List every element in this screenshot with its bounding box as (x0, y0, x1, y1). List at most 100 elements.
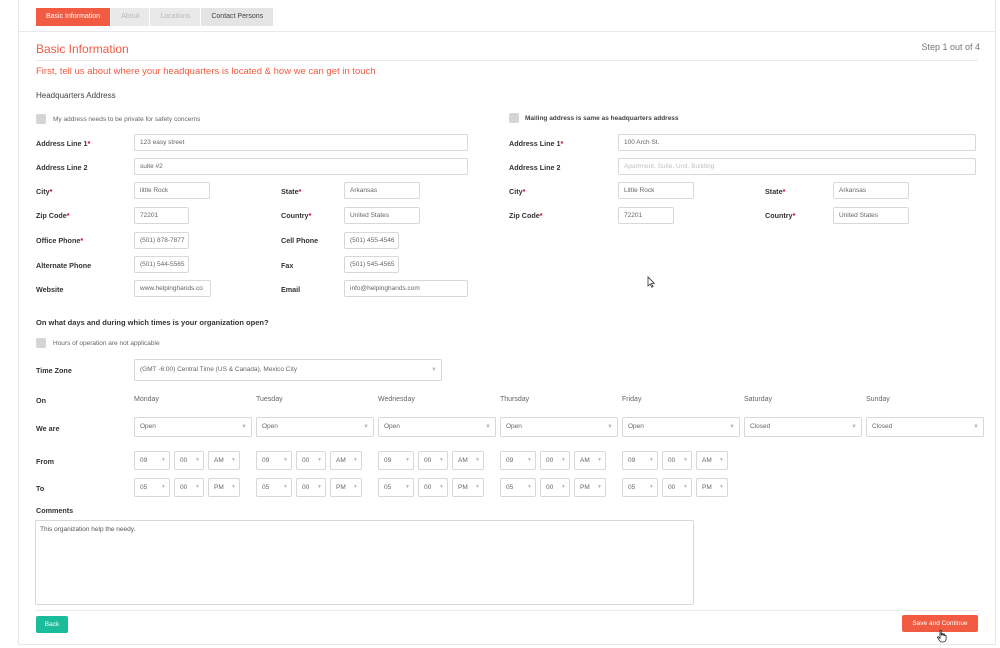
from-hour-select[interactable]: 09 ▼ (134, 451, 170, 470)
fax-input[interactable]: (501) 545-4565 (344, 256, 399, 273)
from-minute-select[interactable]: 00 ▼ (662, 451, 692, 470)
to-minute-select[interactable]: 00 ▼ (296, 478, 326, 497)
from-minute-value: 00 (424, 457, 432, 464)
from-hour-select[interactable]: 09 ▼ (622, 451, 658, 470)
hq-country-input[interactable]: United States (344, 207, 420, 224)
hq-state-input[interactable]: Arkansas (344, 182, 420, 199)
chevron-down-icon: ▼ (241, 424, 247, 430)
to-minute-select[interactable]: 00 ▼ (418, 478, 448, 497)
from-ampm-select[interactable]: AM ▼ (208, 451, 240, 470)
mail-zip-label: Zip Code* (509, 211, 543, 220)
tab-basic-information[interactable]: Basic Information (36, 8, 111, 26)
chevron-down-icon: ▼ (161, 484, 166, 490)
chevron-down-icon: ▼ (719, 484, 724, 490)
from-minute-select[interactable]: 00 ▼ (540, 451, 570, 470)
mail-state-input[interactable]: Arkansas (833, 182, 909, 199)
hours-na-checkbox[interactable] (36, 338, 46, 348)
from-hour-select[interactable]: 09 ▼ (256, 451, 292, 470)
to-hour-select[interactable]: 05 ▼ (378, 478, 414, 497)
chevron-down-icon: ▼ (195, 484, 200, 490)
cell-phone-input[interactable]: (501) 455-4546 (344, 232, 399, 249)
chevron-down-icon: ▼ (729, 424, 735, 430)
from-minute-value: 00 (180, 457, 188, 464)
mail-address1-input[interactable]: 100 Arch St. (618, 134, 976, 151)
hq-zip-input[interactable]: 72201 (134, 207, 189, 224)
day-status-select[interactable]: Closed ▼ (866, 417, 984, 437)
to-ampm-select[interactable]: PM ▼ (208, 478, 240, 497)
mail-address2-input[interactable]: Apartment, Suite, Unit, Building (618, 158, 976, 175)
day-status-select[interactable]: Open ▼ (378, 417, 496, 437)
to-ampm-select[interactable]: PM ▼ (574, 478, 606, 497)
hq-city-input[interactable]: little Rock (134, 182, 210, 199)
chevron-down-icon: ▼ (649, 457, 654, 463)
to-hour-select[interactable]: 05 ▼ (256, 478, 292, 497)
to-minute-select[interactable]: 00 ▼ (662, 478, 692, 497)
hours-na-label: Hours of operation are not applicable (53, 340, 160, 347)
alt-phone-input[interactable]: (501) 544-5565 (134, 256, 189, 273)
hq-address1-input[interactable]: 123 easy street (134, 134, 468, 151)
timezone-label: Time Zone (36, 366, 72, 375)
from-ampm-select[interactable]: AM ▼ (330, 451, 362, 470)
chevron-down-icon: ▼ (607, 424, 613, 430)
to-hour-select[interactable]: 05 ▼ (622, 478, 658, 497)
website-input[interactable]: www.helpinghands.co (134, 280, 211, 297)
from-ampm-select[interactable]: AM ▼ (452, 451, 484, 470)
tab-about[interactable]: About (111, 8, 150, 26)
to-minute-select[interactable]: 00 ▼ (174, 478, 204, 497)
chevron-down-icon: ▼ (317, 457, 322, 463)
private-address-label: My address needs to be private for safet… (53, 116, 201, 123)
hours-question: On what days and during which times is y… (36, 318, 269, 327)
hq-address1-label: Address Line 1* (36, 139, 91, 148)
to-label: To (36, 484, 45, 493)
from-hour-value: 09 (506, 457, 514, 464)
to-hour-select[interactable]: 05 ▼ (500, 478, 536, 497)
mail-zip-input[interactable]: 72201 (618, 207, 674, 224)
chevron-down-icon: ▼ (353, 484, 358, 490)
back-button[interactable]: Back (36, 616, 68, 633)
office-phone-label: Office Phone* (36, 236, 84, 245)
to-ampm-select[interactable]: PM ▼ (696, 478, 728, 497)
mail-city-input[interactable]: Little Rock (618, 182, 694, 199)
chevron-down-icon: ▼ (683, 457, 688, 463)
day-status-select[interactable]: Closed ▼ (744, 417, 862, 437)
day-status-select[interactable]: Open ▼ (622, 417, 740, 437)
to-minute-value: 00 (546, 484, 554, 491)
office-phone-input[interactable]: (501) 878-7877 (134, 232, 189, 249)
hq-zip-label: Zip Code* (36, 211, 70, 220)
day-name: Wednesday (378, 396, 415, 403)
comments-textarea[interactable]: This organization help the needy. (35, 520, 694, 605)
email-label: Email (281, 285, 301, 294)
from-minute-select[interactable]: 00 ▼ (296, 451, 326, 470)
to-ampm-select[interactable]: PM ▼ (330, 478, 362, 497)
chevron-down-icon: ▼ (363, 424, 369, 430)
from-ampm-select[interactable]: AM ▼ (574, 451, 606, 470)
hq-state-label: State* (281, 187, 302, 196)
mail-country-input[interactable]: United States (833, 207, 909, 224)
website-label: Website (36, 285, 64, 294)
tab-contact-persons[interactable]: Contact Persons (201, 8, 274, 26)
timezone-select[interactable]: (GMT -6:00) Central Time (US & Canada), … (134, 359, 442, 381)
from-ampm-select[interactable]: AM ▼ (696, 451, 728, 470)
from-hour-value: 09 (262, 457, 270, 464)
day-status-select[interactable]: Open ▼ (134, 417, 252, 437)
from-hour-value: 09 (628, 457, 636, 464)
mailing-same-checkbox[interactable] (509, 113, 519, 123)
to-minute-select[interactable]: 00 ▼ (540, 478, 570, 497)
from-hour-value: 09 (140, 457, 148, 464)
chevron-down-icon: ▼ (597, 457, 602, 463)
from-minute-select[interactable]: 00 ▼ (418, 451, 448, 470)
to-hour-select[interactable]: 05 ▼ (134, 478, 170, 497)
private-address-checkbox[interactable] (36, 114, 46, 124)
from-hour-select[interactable]: 09 ▼ (378, 451, 414, 470)
day-status-select[interactable]: Open ▼ (500, 417, 618, 437)
we-are-label: We are (36, 424, 60, 433)
hq-city-label: City* (36, 187, 53, 196)
hq-address2-input[interactable]: suite #2 (134, 158, 468, 175)
to-ampm-select[interactable]: PM ▼ (452, 478, 484, 497)
day-status-select[interactable]: Open ▼ (256, 417, 374, 437)
from-minute-select[interactable]: 00 ▼ (174, 451, 204, 470)
tab-locations[interactable]: Locations (150, 8, 201, 26)
chevron-down-icon: ▼ (683, 484, 688, 490)
email-input[interactable]: info@helpinghands.com (344, 280, 468, 297)
from-hour-select[interactable]: 09 ▼ (500, 451, 536, 470)
